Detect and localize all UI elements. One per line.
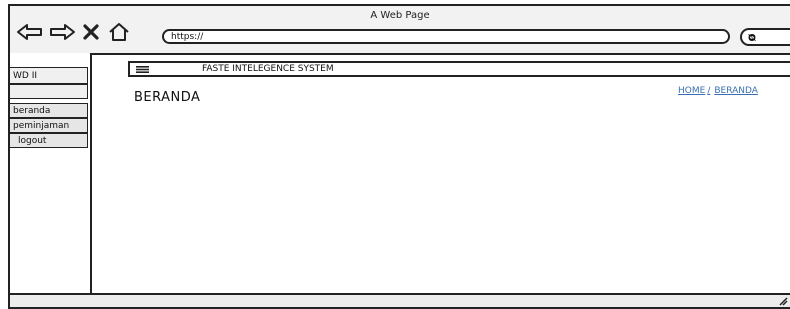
sidebar-item-logout[interactable]: logout — [10, 133, 88, 148]
sidebar-item-beranda[interactable]: beranda — [10, 103, 88, 118]
hamburger-menu-icon[interactable] — [136, 66, 149, 73]
back-arrow-icon[interactable] — [16, 22, 44, 42]
app-title: FASTE INTELEGENCE SYSTEM — [202, 64, 334, 74]
forward-arrow-icon[interactable] — [48, 22, 76, 42]
sidebar-item-peminjaman[interactable]: peminjaman — [10, 118, 88, 133]
breadcrumb-home-link[interactable]: HOME — [678, 86, 705, 96]
home-icon[interactable] — [108, 21, 130, 43]
window-title: A Web Page — [370, 10, 430, 21]
resize-grip-icon[interactable] — [778, 297, 788, 306]
browser-titlebar: A Web Page https:// ᴓ — [10, 6, 790, 55]
breadcrumb-separator: / — [707, 86, 711, 96]
sidebar: WD II beranda peminjaman logout — [10, 53, 92, 295]
sidebar-brand: WD II — [10, 67, 88, 84]
url-text: https:// — [171, 32, 204, 42]
browser-window: A Web Page https:// ᴓ WD II beranda pemi… — [8, 4, 790, 309]
url-bar[interactable]: https:// — [162, 29, 730, 44]
page-title: BERANDA — [134, 90, 201, 105]
search-icon: ᴓ — [748, 30, 756, 44]
status-bar — [10, 293, 790, 307]
breadcrumb: HOME / BERANDA — [678, 86, 758, 96]
search-box[interactable]: ᴓ — [740, 28, 790, 46]
breadcrumb-current[interactable]: BERANDA — [714, 86, 758, 96]
main-content: FASTE INTELEGENCE SYSTEM BERANDA HOME / BE… — [92, 53, 790, 295]
close-icon[interactable] — [82, 23, 100, 41]
sidebar-spacer — [10, 84, 88, 99]
app-header: FASTE INTELEGENCE SYSTEM — [128, 61, 790, 77]
